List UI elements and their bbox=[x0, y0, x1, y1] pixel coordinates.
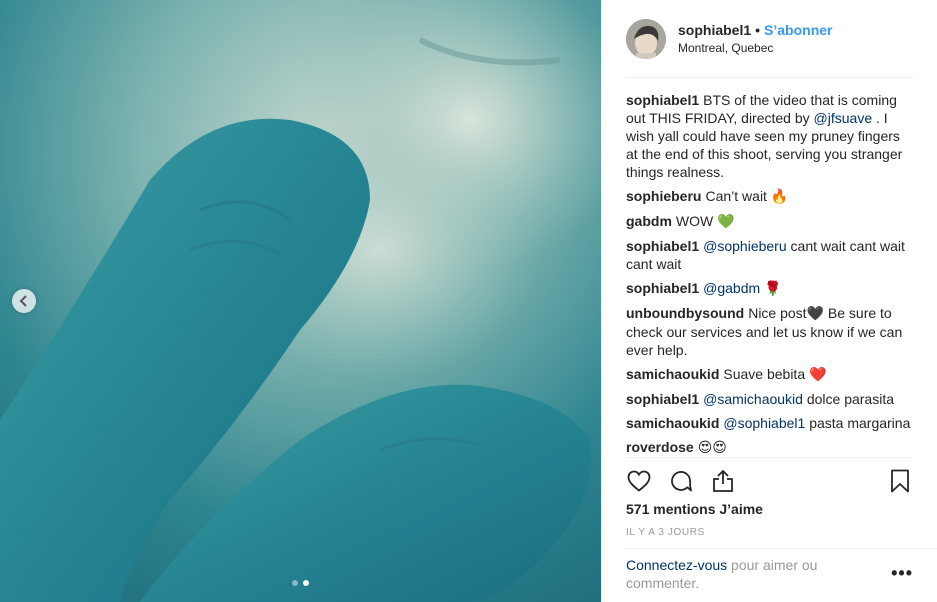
comment-username[interactable]: samichaoukid bbox=[626, 366, 719, 382]
red-heart-emoji: ❤️ bbox=[809, 367, 827, 383]
comment-text: Can’t wait bbox=[705, 188, 767, 204]
previous-slide-button[interactable] bbox=[12, 289, 36, 313]
post-header: sophiabel1 • S’abonner Montreal, Quebec bbox=[626, 0, 913, 78]
post-timestamp[interactable]: IL Y A 3 JOURS bbox=[626, 527, 705, 538]
more-options-button[interactable]: ••• bbox=[891, 564, 913, 582]
comment-username[interactable]: sophiabel1 bbox=[626, 391, 699, 407]
comment: sophiabel1 @samichaoukid dolce parasita bbox=[626, 390, 913, 408]
comment: roverdose 😍😍 bbox=[626, 438, 913, 457]
login-prompt: Connectez-vous pour aimer ou commenter. bbox=[626, 556, 856, 592]
login-link[interactable]: Connectez-vous bbox=[626, 557, 727, 573]
comment: sophiabel1 @gabdm 🌹 bbox=[626, 279, 913, 298]
heart-eyes-emoji: 😍😍 bbox=[697, 440, 727, 456]
carousel-dot bbox=[292, 580, 298, 586]
comment-username[interactable]: samichaoukid bbox=[626, 415, 719, 431]
post-photo bbox=[0, 0, 601, 602]
bookmark-icon bbox=[891, 469, 909, 493]
comment-username[interactable]: roverdose bbox=[626, 439, 694, 455]
black-heart-emoji: 🖤 bbox=[806, 306, 824, 322]
comment-mention[interactable]: @sophieberu bbox=[703, 238, 787, 254]
comment-username[interactable]: gabdm bbox=[626, 213, 672, 229]
post-sidebar: sophiabel1 • S’abonner Montreal, Quebec so… bbox=[601, 0, 937, 602]
chevron-left-icon bbox=[19, 295, 27, 307]
fire-emoji: 🔥 bbox=[770, 189, 789, 205]
rose-emoji: 🌹 bbox=[764, 281, 782, 297]
comments-list: sophiabel1 BTS of the video that is comin… bbox=[626, 91, 913, 463]
share-icon bbox=[713, 469, 733, 492]
comment: sophiabel1 @sophieberu cant wait cant wai… bbox=[626, 237, 913, 273]
action-bar bbox=[626, 466, 913, 496]
instagram-post: sophiabel1 • S’abonner Montreal, Quebec so… bbox=[0, 0, 937, 602]
divider bbox=[626, 457, 913, 458]
likes-count[interactable]: 571 mentions J’aime bbox=[626, 500, 763, 518]
like-button[interactable] bbox=[626, 468, 652, 494]
share-button[interactable] bbox=[710, 468, 736, 494]
comment: samichaoukid @sophiabel1 pasta margarina bbox=[626, 414, 913, 432]
avatar[interactable] bbox=[626, 18, 666, 59]
comment-mention[interactable]: @gabdm bbox=[703, 280, 760, 296]
save-button[interactable] bbox=[887, 468, 913, 494]
comment: samichaoukid Suave bebita ❤️ bbox=[626, 365, 913, 384]
comment-username[interactable]: sophiabel1 bbox=[626, 280, 699, 296]
location-link[interactable]: Montreal, Quebec bbox=[678, 40, 833, 56]
comment-username[interactable]: sophieberu bbox=[626, 188, 701, 204]
username-link[interactable]: sophiabel1 bbox=[678, 22, 751, 38]
comment-text: pasta margarina bbox=[809, 415, 911, 431]
comment-button[interactable] bbox=[668, 468, 694, 494]
comment-text: dolce parasita bbox=[806, 391, 895, 407]
comment: gabdm WOW 💚 bbox=[626, 212, 913, 231]
carousel-dot-active bbox=[303, 580, 309, 586]
follow-button[interactable]: S’abonner bbox=[764, 22, 832, 38]
comment-text: Suave bebita bbox=[723, 366, 806, 382]
comment: unboundbysound Nice post🖤 Be sure to chec… bbox=[626, 304, 913, 359]
comment-text: WOW bbox=[675, 213, 714, 229]
carousel-indicator bbox=[0, 580, 601, 586]
comment-mention[interactable]: @sophiabel1 bbox=[723, 415, 805, 431]
caption-username[interactable]: sophiabel1 bbox=[626, 92, 699, 108]
comment-mention[interactable]: @samichaoukid bbox=[703, 391, 803, 407]
avatar-image bbox=[626, 18, 666, 59]
comment-text: Nice post bbox=[748, 305, 807, 321]
post-media[interactable] bbox=[0, 0, 601, 602]
comment-username[interactable]: unboundbysound bbox=[626, 305, 744, 321]
separator-dot: • bbox=[755, 22, 761, 38]
comment: sophieberu Can’t wait 🔥 bbox=[626, 187, 913, 206]
caption: sophiabel1 BTS of the video that is comin… bbox=[626, 91, 913, 181]
green-heart-emoji: 💚 bbox=[717, 214, 735, 230]
heart-icon bbox=[627, 470, 651, 492]
comment-username[interactable]: sophiabel1 bbox=[626, 238, 699, 254]
comment-icon bbox=[671, 471, 692, 492]
caption-mention[interactable]: @jfsuave bbox=[814, 110, 873, 126]
divider bbox=[626, 548, 937, 549]
